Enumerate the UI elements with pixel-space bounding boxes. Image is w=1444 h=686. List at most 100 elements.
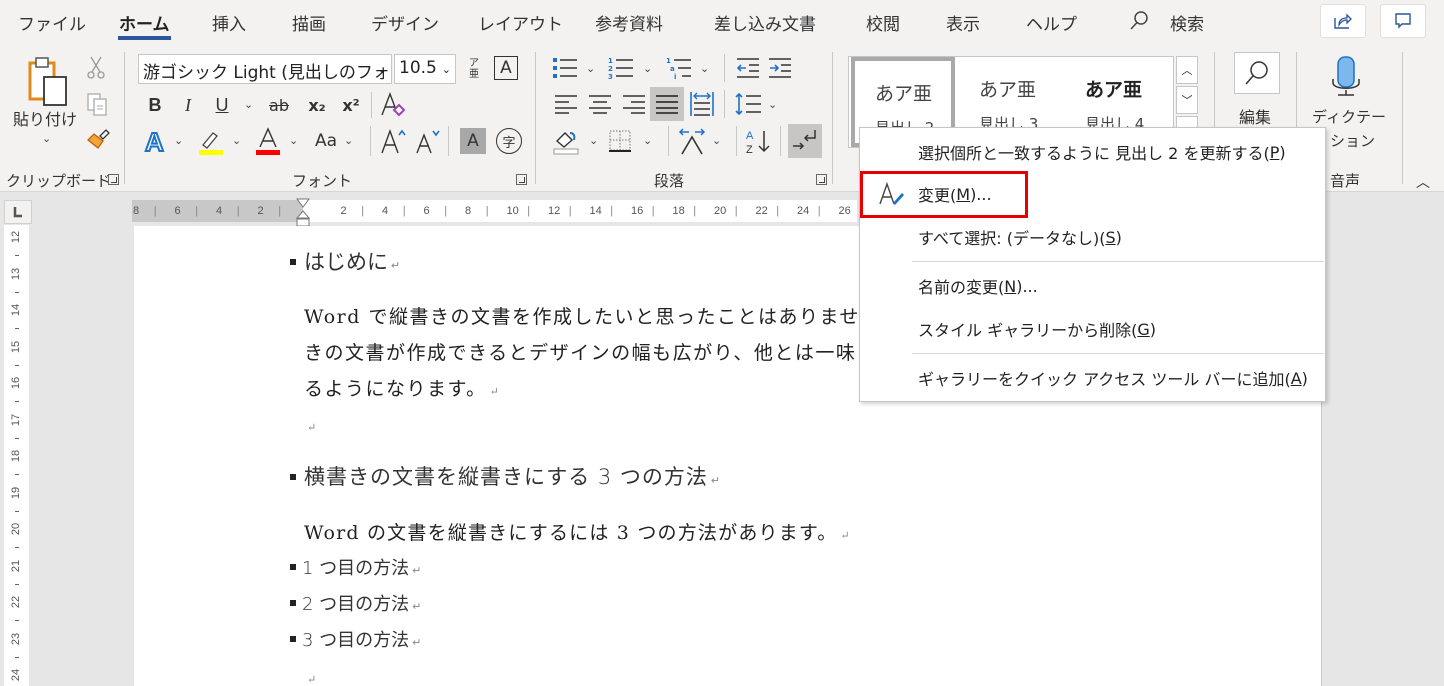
text-effects-chevron[interactable]: ⌄ <box>174 134 183 147</box>
empty-paragraph[interactable]: ↵ <box>304 416 316 435</box>
search-label[interactable]: 検索 <box>1170 10 1204 35</box>
enclose-characters-button[interactable]: 字 <box>496 128 522 154</box>
tab-review[interactable]: 校閲 <box>866 10 900 35</box>
distributed-button[interactable] <box>688 88 716 120</box>
tab-references[interactable]: 参考資料 <box>595 10 663 35</box>
font-size-combobox[interactable]: 10.5 ⌄ <box>394 54 456 84</box>
shading-chevron[interactable]: ⌄ <box>589 134 598 147</box>
list-item[interactable]: 1 つ目の方法 ↵ <box>302 554 421 580</box>
align-left-button[interactable] <box>552 90 580 118</box>
cut-button[interactable] <box>84 54 108 80</box>
text-direction-button[interactable] <box>676 126 708 156</box>
multilevel-list-chevron[interactable]: ⌄ <box>700 62 709 75</box>
tab-selector[interactable] <box>4 200 32 224</box>
font-dialog-launcher[interactable] <box>516 174 527 185</box>
editing-label[interactable]: 編集 <box>1239 104 1271 128</box>
text-effects-button[interactable]: A <box>142 126 170 156</box>
align-right-button[interactable] <box>620 90 648 118</box>
multilevel-list-button[interactable]: 1ai <box>664 54 694 82</box>
change-case-button[interactable]: Aa <box>310 128 342 154</box>
sort-button[interactable]: A Z <box>742 126 774 156</box>
clear-formatting-button[interactable] <box>378 90 408 120</box>
body-paragraph-line[interactable]: きの文書が作成できるとデザインの幅も広がり、他とは一味 <box>304 338 856 365</box>
font-name-combobox[interactable]: 游ゴシック Light (見出しのフォント ⌄ <box>138 54 392 84</box>
line-spacing-button[interactable] <box>734 90 764 118</box>
tab-home[interactable]: ホーム <box>118 10 170 40</box>
tab-design[interactable]: デザイン <box>371 10 439 35</box>
numbering-chevron[interactable]: ⌄ <box>643 62 652 75</box>
borders-chevron[interactable]: ⌄ <box>643 134 652 147</box>
empty-paragraph[interactable]: ↵ <box>304 668 316 686</box>
bold-button[interactable]: B <box>144 92 166 118</box>
bullets-button[interactable] <box>550 54 580 82</box>
increase-indent-button[interactable] <box>766 54 794 82</box>
shading-button[interactable] <box>552 126 580 156</box>
dictation-button[interactable] <box>1326 54 1366 102</box>
paste-dropdown-chevron[interactable]: ⌄ <box>42 132 51 145</box>
italic-button[interactable]: I <box>177 92 199 118</box>
paragraph-dialog-launcher[interactable] <box>816 174 827 185</box>
character-shading-button[interactable]: A <box>460 128 486 154</box>
menu-item-rename[interactable]: 名前の変更(N)... <box>860 268 1325 304</box>
search-icon[interactable] <box>1128 10 1150 32</box>
superscript-button[interactable]: x² <box>338 92 364 118</box>
list-item[interactable]: 2 つ目の方法 ↵ <box>302 590 421 616</box>
numbering-button[interactable]: 123 <box>606 54 636 82</box>
borders-button[interactable] <box>606 126 634 156</box>
gallery-scroll-down[interactable]: ﹀ <box>1176 86 1198 114</box>
justify-button[interactable] <box>650 87 684 121</box>
phonetic-guide-button[interactable]: ア亜 <box>462 54 486 84</box>
change-case-chevron[interactable]: ⌄ <box>344 134 353 147</box>
show-formatting-marks-button[interactable] <box>788 124 822 158</box>
font-color-button[interactable] <box>254 126 282 156</box>
vertical-ruler[interactable]: 12 13 14 15 16 17 18 19 20 21 22 23 24 <box>4 225 29 686</box>
dictation-label[interactable]: ディクテー <box>1312 106 1386 127</box>
gallery-scroll-up[interactable]: ︿ <box>1176 56 1198 84</box>
tab-mailings[interactable]: 差し込み文書 <box>714 10 816 35</box>
line-spacing-chevron[interactable]: ⌄ <box>768 98 777 111</box>
grow-font-button[interactable] <box>378 126 408 156</box>
heading-three-methods[interactable]: 横書きの文書を縦書きにする 3 つの方法 ↵ <box>304 461 721 491</box>
bullets-chevron[interactable]: ⌄ <box>586 62 595 75</box>
body-paragraph-line[interactable]: るようになります。 ↵ <box>304 374 500 401</box>
underline-button[interactable]: U <box>211 92 233 118</box>
menu-item-add-to-quick-access[interactable]: ギャラリーをクイック アクセス ツール バーに追加(A) <box>860 360 1325 396</box>
highlight-chevron[interactable]: ⌄ <box>232 134 241 147</box>
tab-insert[interactable]: 挿入 <box>212 10 246 35</box>
ruler-tick-mark: | <box>568 205 572 217</box>
body-paragraph-line[interactable]: Word で縦書きの文書を作成したいと思ったことはありませ <box>304 302 860 329</box>
body-paragraph-line[interactable]: Word の文書を縦書きにするには 3 つの方法があります。 ↵ <box>304 518 851 545</box>
tab-draw[interactable]: 描画 <box>292 10 326 35</box>
editing-button[interactable] <box>1234 52 1280 94</box>
tab-file[interactable]: ファイル <box>18 10 86 35</box>
format-painter-button[interactable] <box>84 126 112 152</box>
menu-item-update-to-match[interactable]: 選択個所と一致するように 見出し 2 を更新する(P) <box>860 134 1325 170</box>
comments-button[interactable] <box>1380 4 1426 38</box>
paste-label[interactable]: 貼り付け <box>13 106 77 130</box>
character-border-button[interactable]: A <box>494 56 518 80</box>
indent-marker[interactable] <box>295 198 311 228</box>
tab-view[interactable]: 表示 <box>946 10 980 35</box>
font-color-chevron[interactable]: ⌄ <box>289 134 298 147</box>
tab-help[interactable]: ヘルプ <box>1026 10 1077 35</box>
strikethrough-button[interactable]: ab <box>266 92 292 118</box>
share-button[interactable] <box>1320 4 1366 38</box>
menu-item-remove-from-gallery[interactable]: スタイル ギャラリーから削除(G) <box>860 311 1325 347</box>
subscript-button[interactable]: x₂ <box>304 92 330 118</box>
copy-button[interactable] <box>84 90 110 118</box>
menu-item-select-all[interactable]: すべて選択: (データなし)(S) <box>860 219 1325 255</box>
highlight-button[interactable] <box>196 126 224 156</box>
paste-button[interactable] <box>22 52 74 108</box>
dictation-label-2[interactable]: ション <box>1330 130 1375 151</box>
align-center-button[interactable] <box>586 90 614 118</box>
tab-layout[interactable]: レイアウト <box>478 10 563 35</box>
horizontal-ruler[interactable]: 8 | 6 | 4 | 2 | 2 | 4 | 6 | 8 | 10 | 12 | 14 | 16 | 18 | 20 | 22 | 24 |… <box>132 198 862 227</box>
underline-chevron[interactable]: ⌄ <box>244 98 253 111</box>
shrink-font-button[interactable] <box>412 126 442 156</box>
heading-introduction[interactable]: はじめに ↵ <box>304 246 400 276</box>
decrease-indent-button[interactable] <box>734 54 762 82</box>
list-item[interactable]: 3 つ目の方法 ↵ <box>302 626 421 652</box>
clipboard-dialog-launcher[interactable] <box>108 174 119 185</box>
text-direction-chevron[interactable]: ⌄ <box>712 134 721 147</box>
collapse-ribbon-icon[interactable]: ︿ <box>1416 172 1430 192</box>
